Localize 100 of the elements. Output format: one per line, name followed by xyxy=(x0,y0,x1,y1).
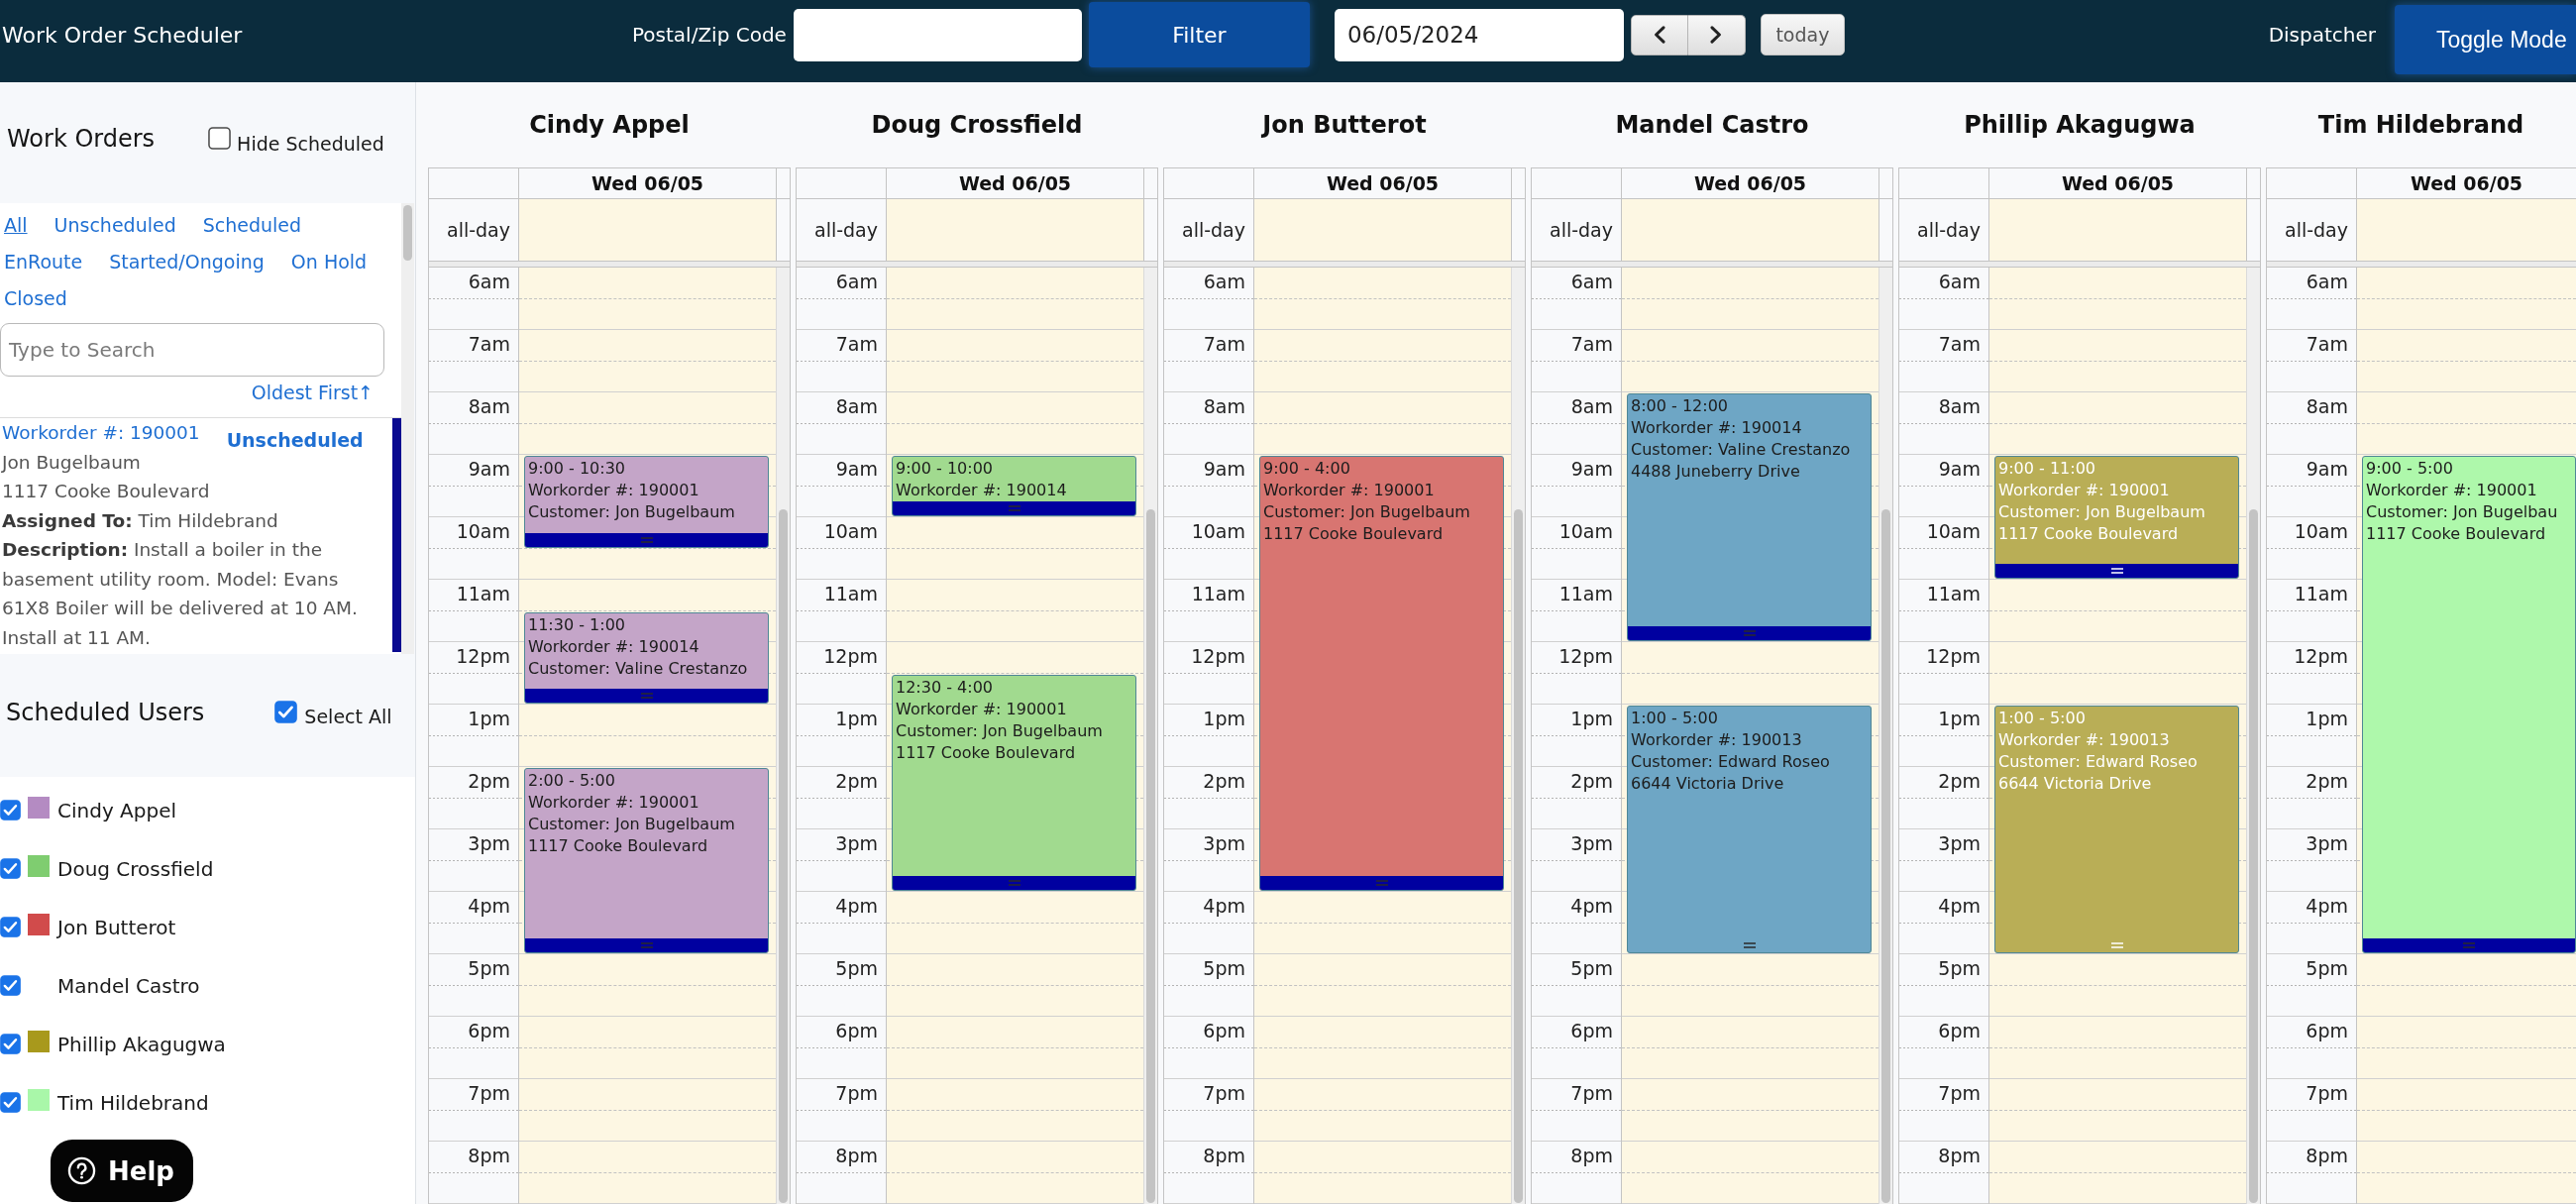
user-name: Mandel Castro xyxy=(57,973,200,998)
filter-link[interactable]: All xyxy=(4,207,28,244)
time-label: 6pm xyxy=(468,1020,510,1041)
checkbox[interactable] xyxy=(0,1092,21,1113)
all-day-slot[interactable] xyxy=(1622,199,1878,261)
event-detail: Workorder #: 190013 xyxy=(1631,729,1802,751)
day-header: Wed 06/05 xyxy=(2061,172,2175,194)
all-day-label: all-day xyxy=(814,219,878,241)
all-day-slot[interactable] xyxy=(2357,199,2576,261)
time-label: 8pm xyxy=(2306,1145,2348,1166)
checkbox[interactable] xyxy=(274,701,298,723)
time-label: 6am xyxy=(2306,271,2348,292)
resize-handle-icon xyxy=(1743,630,1756,636)
day-column[interactable]: 8:00 - 12:00 Workorder #: 190014 Customer: Valine Crestanzo 4488 Juneberry Drive 1:00 - 5:00 Workorder #: 190013 Customer: Edward Roseo 6644 Victoria Drive xyxy=(1622,268,1878,1204)
next-button[interactable] xyxy=(1687,14,1746,55)
event-card[interactable]: 9:00 - 10:30 Workorder #: 190001 Customer: Jon Bugelbaum xyxy=(524,456,769,548)
day-column[interactable]: 9:00 - 4:00 Workorder #: 190001 Customer: Jon Bugelbaum 1117 Cooke Boulevard xyxy=(1254,268,1511,1204)
toggle-mode-button[interactable]: Toggle Mode xyxy=(2395,5,2576,74)
event-card[interactable]: 9:00 - 5:00 Workorder #: 190001 Customer: Jon Bugelbau 1117 Cooke Boulevard xyxy=(2362,456,2576,953)
checkbox[interactable] xyxy=(0,975,21,996)
scrollbar-thumb[interactable] xyxy=(403,205,412,261)
resize-handle-icon[interactable] xyxy=(1743,942,1756,948)
chevron-left-icon xyxy=(1653,26,1665,44)
event-detail: Workorder #: 190014 xyxy=(528,635,699,658)
event-detail: Workorder #: 190001 xyxy=(528,792,699,814)
day-column[interactable]: 9:00 - 10:00 Workorder #: 190014 12:30 - 4:00 Workorder #: 190001 Customer: Jon Bugelbaum 1117 Cooke Boulevard xyxy=(887,268,1143,1204)
all-day-slot[interactable] xyxy=(1254,199,1511,261)
event-card[interactable]: 2:00 - 5:00 Workorder #: 190001 Customer: Jon Bugelbaum 1117 Cooke Boulevard xyxy=(524,768,769,953)
all-day-slot[interactable] xyxy=(1989,199,2246,261)
time-label: 1pm xyxy=(2306,708,2348,729)
event-detail: Customer: Edward Roseo xyxy=(1631,751,1830,773)
time-label: 4pm xyxy=(1203,895,1245,917)
all-day-slot[interactable] xyxy=(887,199,1143,261)
all-day-label: all-day xyxy=(1182,219,1245,241)
event-card[interactable]: 11:30 - 1:00 Workorder #: 190014 Customer: Valine Crestanzo xyxy=(524,611,769,704)
time-label: 10am xyxy=(1191,520,1245,542)
time-label: 12pm xyxy=(823,645,878,667)
filter-link[interactable]: Unscheduled xyxy=(54,207,176,244)
previous-button[interactable] xyxy=(1630,14,1688,55)
event-card[interactable]: 1:00 - 5:00 Workorder #: 190013 Customer: Edward Roseo 6644 Victoria Drive xyxy=(1627,706,1872,953)
time-label: 11am xyxy=(1558,583,1613,604)
scrollbar[interactable] xyxy=(776,268,790,1204)
scrollbar-thumb[interactable] xyxy=(1881,509,1890,1203)
scrollbar[interactable] xyxy=(2246,268,2260,1204)
resize-handle-icon xyxy=(2110,568,2123,574)
time-label: 3pm xyxy=(1570,832,1613,854)
help-button[interactable]: Help xyxy=(51,1140,193,1202)
time-label: 8am xyxy=(1203,395,1245,417)
event-detail: Customer: Jon Bugelbau xyxy=(2366,501,2558,523)
time-label: 10am xyxy=(456,520,510,542)
scrollbar[interactable] xyxy=(1143,268,1157,1204)
scrollbar[interactable] xyxy=(1878,268,1892,1204)
scrollbar-thumb[interactable] xyxy=(779,509,788,1203)
filter-link[interactable]: Scheduled xyxy=(202,207,302,244)
event-card[interactable]: 12:30 - 4:00 Workorder #: 190001 Customer: Jon Bugelbaum 1117 Cooke Boulevard xyxy=(892,674,1136,891)
postal-code-field[interactable] xyxy=(793,8,1082,61)
time-label: 7am xyxy=(1938,333,1981,355)
time-label: 3pm xyxy=(1938,832,1981,854)
time-label: 1pm xyxy=(1570,708,1613,729)
filter-button[interactable]: Filter xyxy=(1088,2,1310,67)
filter-link[interactable]: Closed xyxy=(4,280,67,317)
scrollbar[interactable] xyxy=(1511,268,1525,1204)
checkbox-label: Select All xyxy=(304,705,392,729)
scrollbar-thumb[interactable] xyxy=(2249,509,2258,1203)
scrollbar[interactable] xyxy=(401,203,414,654)
checkbox[interactable] xyxy=(208,127,232,150)
checkbox[interactable] xyxy=(0,1034,21,1054)
sort-link[interactable]: Oldest First↑ xyxy=(251,382,374,403)
time-label: 7pm xyxy=(468,1082,510,1104)
time-label: 2pm xyxy=(1570,770,1613,792)
event-detail: 1117 Cooke Boulevard xyxy=(896,741,1076,764)
scrollbar-thumb[interactable] xyxy=(1146,509,1155,1203)
event-detail: Workorder #: 190001 xyxy=(2366,480,2537,501)
checkbox[interactable] xyxy=(0,800,21,821)
checkbox[interactable] xyxy=(0,917,21,937)
resize-bar[interactable] xyxy=(525,532,768,547)
work-order-description: Description: Install a boiler in the basement utility room. Model: Evans 61X8 Boiler will be delivered at 10 AM. Install at 11 AM. xyxy=(2,538,359,650)
work-order-status: Unscheduled xyxy=(226,428,364,453)
time-label: 8pm xyxy=(1203,1145,1245,1166)
filter-link[interactable]: On Hold xyxy=(290,244,368,280)
event-card[interactable]: 9:00 - 10:00 Workorder #: 190014 xyxy=(892,456,1136,516)
date-field[interactable]: 06/05/2024 xyxy=(1334,8,1624,61)
event-time: 12:30 - 4:00 xyxy=(896,676,993,699)
event-card[interactable]: 8:00 - 12:00 Workorder #: 190014 Customer: Valine Crestanzo 4488 Juneberry Drive xyxy=(1627,393,1872,641)
work-order-card[interactable] xyxy=(0,418,401,652)
scrollbar-thumb[interactable] xyxy=(1514,509,1523,1203)
work-order-link[interactable]: Workorder #: 190001 xyxy=(2,418,200,448)
day-column[interactable]: 9:00 - 5:00 Workorder #: 190001 Customer: Jon Bugelbau 1117 Cooke Boulevard xyxy=(2357,268,2576,1204)
time-label: 7am xyxy=(1203,333,1245,355)
today-button[interactable]: today xyxy=(1760,14,1845,55)
day-column[interactable]: 9:00 - 10:30 Workorder #: 190001 Customer: Jon Bugelbaum 11:30 - 1:00 Workorder #: 190014 Customer: Valine Crestanzo 2:00 - 5:00 Workorder #: 190001 Customer: Jon Bugelbaum 1117 Cooke Boulevard xyxy=(519,268,776,1204)
event-time: 11:30 - 1:00 xyxy=(528,613,625,636)
all-day-slot[interactable] xyxy=(519,199,776,261)
search-field[interactable]: Type to Search xyxy=(0,323,384,377)
time-label: 9am xyxy=(1570,458,1613,480)
event-detail: 1117 Cooke Boulevard xyxy=(528,835,708,857)
checkbox[interactable] xyxy=(0,858,21,879)
filter-link[interactable]: Started/Ongoing xyxy=(109,244,265,280)
filter-link[interactable]: EnRoute xyxy=(4,244,83,280)
event-card[interactable]: 9:00 - 4:00 Workorder #: 190001 Customer: Jon Bugelbaum 1117 Cooke Boulevard xyxy=(1259,456,1504,891)
